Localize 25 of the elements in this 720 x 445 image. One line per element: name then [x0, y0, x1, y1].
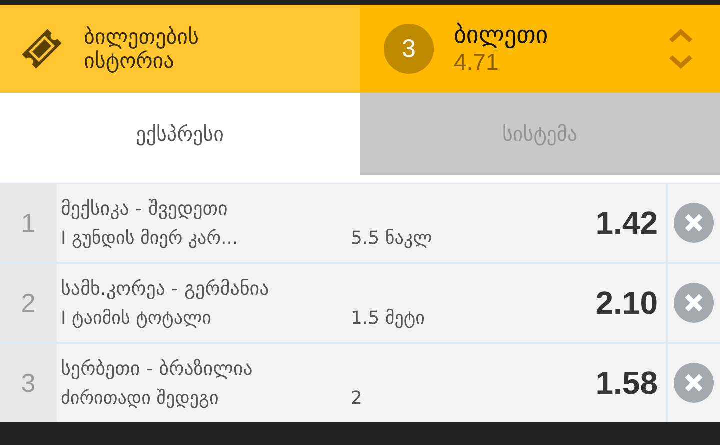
market-name: I გუნდის მიერ კარ... [61, 228, 240, 248]
expand-collapse-icon[interactable] [668, 26, 694, 72]
bet-odds: 1.42 [596, 204, 658, 242]
match-name: სერბეთი - ბრაზილია [61, 358, 254, 380]
row-number: 3 [0, 344, 57, 422]
remove-icon[interactable] [674, 363, 714, 403]
market-name: I ტაიმის ტოტალი [61, 308, 212, 328]
ticket-count-badge: 3 [384, 24, 434, 74]
history-label: ბილეთების ისტორია [84, 24, 200, 74]
market-name: ძირითადი შედეგი [61, 388, 220, 408]
match-name: მექსიკა - შვედეთი [61, 198, 229, 220]
bet-pick: 5.5 ნაკლ [351, 228, 432, 248]
bet-odds: 2.10 [596, 284, 658, 322]
ticket-icon [20, 27, 64, 71]
ticket-title: ბილეთი [454, 22, 550, 49]
row-number: 2 [0, 264, 57, 342]
bet-pick: 2 [351, 388, 362, 408]
bet-pick: 1.5 მეტი [351, 308, 425, 328]
match-name: სამხ.კორეა - გერმანია [61, 278, 270, 300]
total-odds: 4.71 [454, 48, 499, 76]
bet-odds: 1.58 [596, 364, 658, 402]
remove-icon[interactable] [674, 283, 714, 323]
history-panel[interactable]: ბილეთების ისტორია [0, 5, 360, 93]
remove-icon[interactable] [674, 203, 714, 243]
row-number: 1 [0, 184, 57, 262]
